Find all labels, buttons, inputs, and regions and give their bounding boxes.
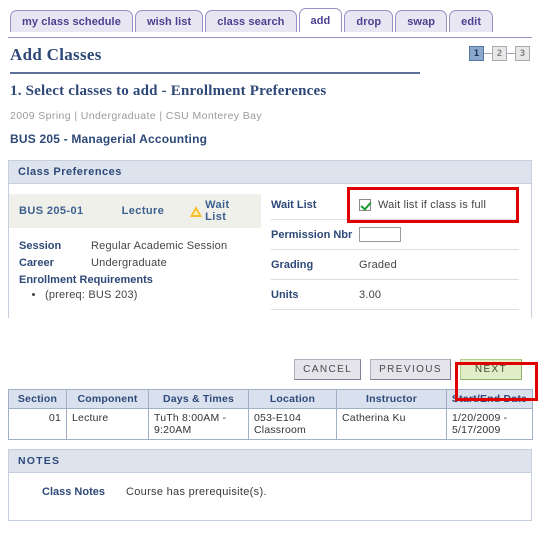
column-header-location: Location [248, 389, 337, 409]
tab-edit[interactable]: edit [449, 10, 494, 32]
field-label-units: Units [271, 288, 299, 301]
tab-wish-list[interactable]: wish list [134, 10, 204, 32]
class-status-label: Wait List [205, 199, 230, 223]
warning-triangle-icon [190, 205, 203, 217]
tab-add[interactable]: add [298, 8, 343, 32]
cell-section: 01 [8, 408, 67, 440]
class-preferences-header: Class Preferences [9, 161, 531, 184]
class-code: BUS 205-01 [19, 205, 84, 217]
field-row-grading: Grading Graded [271, 250, 519, 280]
cell-start-end-date: 1/20/2009 - 5/17/2009 [446, 408, 533, 440]
notes-text: Course has prerequisite(s). [126, 486, 267, 498]
table-row: 01 Lecture TuTh 8:00AM - 9:20AM 053-E104… [8, 408, 533, 440]
field-row-units: Units 3.00 [271, 280, 519, 310]
class-summary-row: BUS 205-01 Lecture Wait List [9, 194, 261, 228]
step-1[interactable]: 1 [469, 46, 484, 61]
detail-label-career: Career [19, 257, 54, 269]
class-detail-list: Session Regular Academic Session Career … [9, 240, 261, 301]
field-label-grading: Grading [271, 258, 314, 271]
requirement-item: (prereq: BUS 203) [45, 289, 251, 301]
notes-header: NOTES [9, 450, 531, 473]
step-2[interactable]: 2 [492, 46, 507, 61]
page-title: Add Classes [10, 45, 102, 64]
class-status: Wait List [190, 199, 251, 223]
step-3[interactable]: 3 [515, 46, 530, 61]
field-row-wait-list: Wait List Wait list if class is full [271, 190, 519, 220]
detail-value-session: Regular Academic Session [91, 240, 228, 252]
tab-drop[interactable]: drop [344, 10, 394, 32]
detail-row-session: Session Regular Academic Session [19, 240, 251, 252]
cell-component: Lecture [66, 408, 149, 440]
step-indicator: 1 2 3 [469, 46, 530, 61]
tab-swap[interactable]: swap [395, 10, 448, 32]
class-preferences-body: BUS 205-01 Lecture Wait List Session Reg… [9, 184, 531, 318]
enrollment-requirements-list: (prereq: BUS 203) [19, 289, 251, 301]
column-header-component: Component [66, 389, 149, 409]
class-component: Lecture [121, 205, 165, 217]
column-header-start-end-date: Start/End Date [446, 389, 533, 409]
previous-button[interactable]: PREVIOUS [370, 359, 451, 380]
notes-panel: NOTES Class Notes Course has prerequisit… [8, 449, 532, 521]
wait-list-checkbox-label: Wait list if class is full [378, 198, 487, 211]
permission-nbr-input[interactable] [359, 227, 401, 242]
schedule-table: Section Component Days & Times Location … [8, 389, 533, 440]
notes-body: Class Notes Course has prerequisite(s). [9, 473, 531, 520]
column-header-section: Section [8, 389, 67, 409]
step-connector-2 [507, 53, 515, 54]
column-header-days-times: Days & Times [148, 389, 249, 409]
field-label-permission-nbr: Permission Nbr [271, 228, 353, 241]
field-value-units: 3.00 [359, 288, 382, 301]
field-label-wait-list: Wait List [271, 198, 317, 211]
action-button-row: CANCEL PREVIOUS NEXT [0, 359, 530, 380]
tab-my-class-schedule[interactable]: my class schedule [10, 10, 133, 32]
column-header-instructor: Instructor [336, 389, 447, 409]
class-preferences-panel: Class Preferences BUS 205-01 Lecture Wai… [8, 160, 532, 318]
tab-strip: my class schedule wish list class search ad… [0, 8, 540, 38]
cell-location: 053-E104 Classroom [248, 408, 337, 440]
table-header-row: Section Component Days & Times Location … [8, 389, 533, 409]
detail-row-career: Career Undergraduate [19, 257, 251, 269]
field-value-grading: Graded [359, 258, 397, 271]
wait-list-checkbox-group[interactable]: Wait list if class is full [359, 198, 487, 211]
enrollment-requirements-heading: Enrollment Requirements [19, 274, 153, 286]
preferences-form-column: Wait List Wait list if class is full Per… [261, 184, 531, 318]
notes-label: Class Notes [42, 486, 105, 498]
step-connector-1 [484, 53, 492, 54]
page-title-row: Add Classes 1 2 3 [10, 45, 530, 71]
detail-value-career: Undergraduate [91, 257, 167, 269]
section-heading: 1. Select classes to add - Enrollment Pr… [10, 83, 327, 99]
wait-list-checkbox[interactable] [359, 198, 371, 211]
class-info-column: BUS 205-01 Lecture Wait List Session Reg… [9, 184, 261, 318]
field-row-permission-nbr: Permission Nbr [271, 220, 519, 250]
breadcrumb: 2009 Spring | Undergraduate | CSU Monter… [10, 110, 263, 122]
cell-instructor: Catherina Ku [336, 408, 447, 440]
cancel-button[interactable]: CANCEL [294, 359, 362, 380]
detail-label-session: Session [19, 240, 62, 252]
course-title: BUS 205 - Managerial Accounting [10, 132, 208, 146]
tab-class-search[interactable]: class search [205, 10, 297, 32]
cell-days-times: TuTh 8:00AM - 9:20AM [148, 408, 249, 440]
next-button[interactable]: NEXT [460, 359, 522, 380]
title-divider [10, 72, 420, 74]
